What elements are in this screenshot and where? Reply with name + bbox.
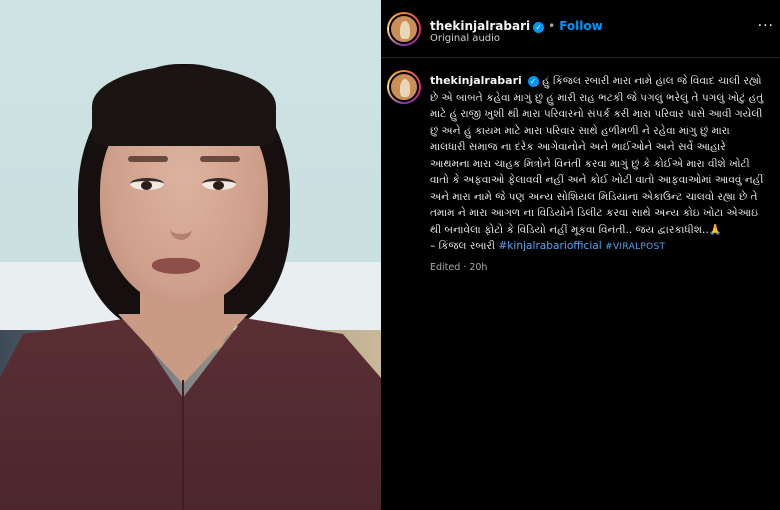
right-eye bbox=[202, 178, 236, 190]
shirt-seam bbox=[182, 380, 184, 510]
avatar-image bbox=[389, 72, 419, 102]
header-user-line: thekinjalrabari ✓ • Follow bbox=[430, 15, 603, 34]
author-username[interactable]: thekinjalrabari bbox=[430, 19, 530, 33]
author-avatar[interactable] bbox=[387, 12, 421, 46]
avatar-image bbox=[389, 14, 419, 44]
caption-signature: – કિંજલ રબારી bbox=[430, 240, 496, 252]
separator-dot: • bbox=[548, 19, 556, 33]
caption-body: હું કિંજલ રબારી મારા નામે હાલ જે વિવાદ ચ… bbox=[430, 75, 764, 236]
caption-avatar[interactable] bbox=[387, 70, 421, 104]
follow-button[interactable]: Follow bbox=[559, 19, 603, 33]
hashtag-kinjalrabariofficial[interactable]: #kinjalrabariofficial bbox=[498, 240, 601, 252]
mouth bbox=[152, 258, 200, 274]
post-header: thekinjalrabari ✓ • Follow Original audio ·… bbox=[381, 0, 780, 58]
post-side-panel: thekinjalrabari ✓ • Follow Original audio ·… bbox=[381, 0, 780, 510]
hair-top bbox=[92, 66, 276, 146]
timestamp[interactable]: 20h bbox=[469, 262, 487, 273]
verified-badge-icon: ✓ bbox=[527, 76, 539, 87]
caption-username[interactable]: thekinjalrabari bbox=[430, 74, 522, 87]
post-meta: Edited · 20h bbox=[430, 262, 487, 273]
caption-text: thekinjalrabari ✓ હું કિંજલ રબારી મારા ના… bbox=[430, 73, 768, 256]
hashtag-viralpost[interactable]: #VIRALPOST bbox=[605, 242, 665, 252]
caption-signature-line: – કિંજલ રબારી #kinjalrabariofficial #VIR… bbox=[430, 238, 768, 256]
more-options-icon[interactable]: ··· bbox=[758, 18, 774, 34]
right-eyebrow bbox=[200, 156, 240, 162]
verified-badge-icon: ✓ bbox=[533, 22, 545, 33]
nose bbox=[170, 196, 192, 240]
audio-link[interactable]: Original audio bbox=[430, 33, 500, 44]
edited-label: Edited bbox=[430, 262, 461, 273]
left-eyebrow bbox=[128, 156, 168, 162]
post-video[interactable] bbox=[0, 0, 381, 510]
meta-separator: · bbox=[460, 262, 470, 273]
left-eye bbox=[130, 178, 164, 190]
